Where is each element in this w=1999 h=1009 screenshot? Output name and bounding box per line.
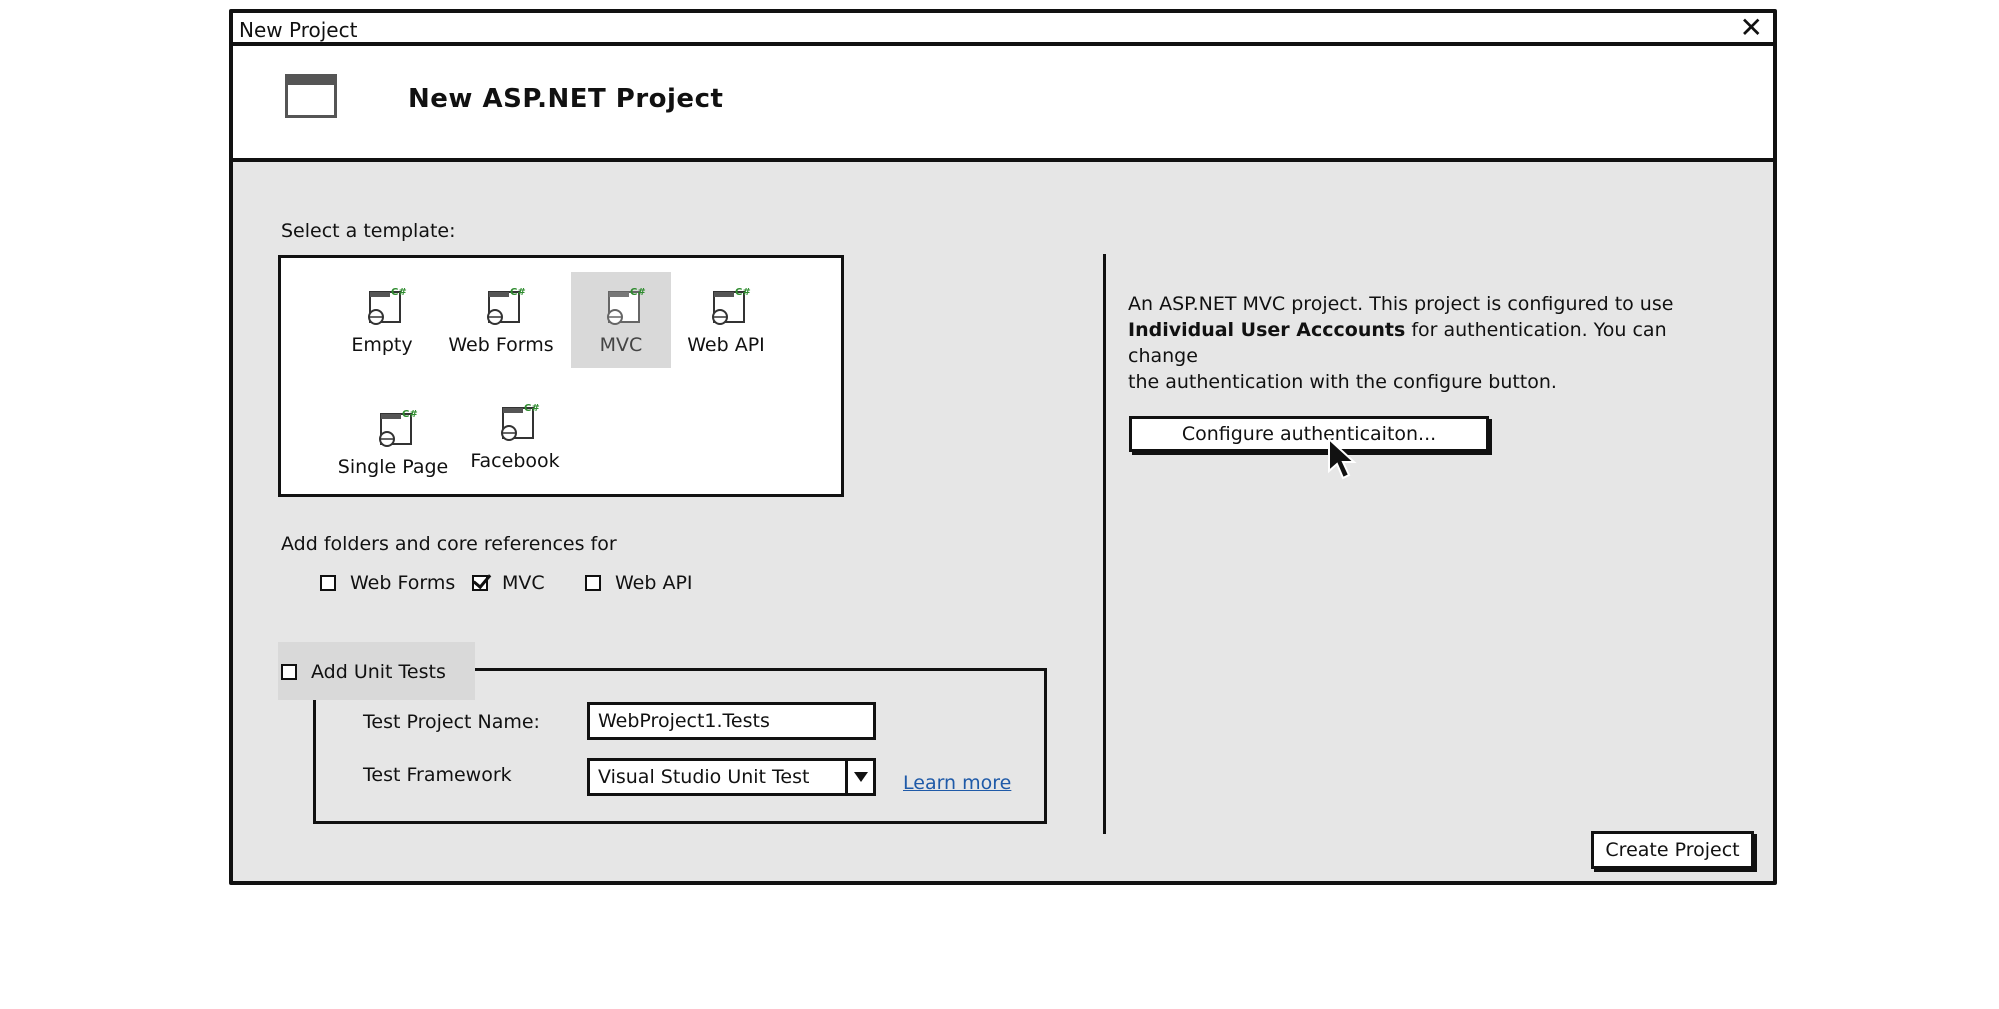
template-label: Facebook: [470, 450, 560, 472]
template-single-page[interactable]: C# Single Page: [338, 394, 448, 490]
dialog-header: New ASP.NET Project: [233, 46, 1773, 162]
dialog-body: Select a template: C# Empty C# Web Forms…: [233, 162, 1773, 881]
select-template-label: Select a template:: [281, 220, 456, 242]
mouse-cursor-icon: [1328, 437, 1357, 480]
svg-text:C#: C#: [391, 287, 407, 298]
description-bold: Individual User Acccounts: [1128, 319, 1406, 341]
folder-option-mvc[interactable]: MVC: [472, 572, 545, 594]
template-web-api[interactable]: C# Web API: [676, 272, 776, 368]
project-icon: C#: [501, 403, 540, 441]
window-title: New Project: [239, 18, 358, 42]
folders-label: Add folders and core references for: [281, 533, 617, 555]
project-icon: C#: [368, 287, 407, 325]
template-facebook[interactable]: C# Facebook: [465, 388, 565, 484]
svg-text:C#: C#: [510, 287, 526, 298]
window-icon: [285, 74, 337, 118]
template-web-forms[interactable]: C# Web Forms: [448, 272, 553, 368]
test-framework-select[interactable]: Visual Studio Unit Test: [587, 758, 876, 796]
template-label: Web Forms: [448, 334, 554, 356]
template-label: Web API: [687, 334, 765, 356]
new-project-dialog: New Project ✕ New ASP.NET Project Select…: [229, 9, 1777, 885]
description-line: An ASP.NET MVC project. This project is …: [1128, 293, 1674, 315]
folder-option-web-api[interactable]: Web API: [585, 572, 693, 594]
template-empty[interactable]: C# Empty: [332, 272, 432, 368]
checkbox[interactable]: [281, 664, 297, 680]
test-project-name-input[interactable]: WebProject1.Tests: [587, 702, 876, 740]
learn-more-link[interactable]: Learn more: [903, 772, 1011, 794]
project-icon: C#: [487, 287, 526, 325]
svg-text:C#: C#: [524, 403, 540, 414]
page-title: New ASP.NET Project: [408, 84, 724, 114]
checkbox-label: Add Unit Tests: [311, 661, 446, 683]
svg-text:C#: C#: [402, 409, 418, 420]
checkbox[interactable]: [472, 575, 488, 591]
checkbox-label: MVC: [502, 572, 545, 594]
template-description: An ASP.NET MVC project. This project is …: [1128, 291, 1718, 395]
chevron-down-icon[interactable]: [845, 761, 873, 793]
title-bar: New Project ✕: [233, 13, 1773, 46]
configure-authentication-button[interactable]: Configure authenticaiton...: [1129, 416, 1489, 452]
description-line: the authentication with the configure bu…: [1128, 371, 1557, 393]
project-icon: C#: [607, 287, 646, 325]
svg-text:C#: C#: [735, 287, 751, 298]
add-unit-tests-checkbox[interactable]: Add Unit Tests: [281, 661, 446, 683]
svg-text:C#: C#: [630, 287, 646, 298]
checkbox[interactable]: [585, 575, 601, 591]
create-project-button[interactable]: Create Project: [1591, 831, 1754, 869]
close-icon[interactable]: ✕: [1740, 14, 1763, 42]
folder-option-web-forms[interactable]: Web Forms: [320, 572, 455, 594]
template-label: Single Page: [337, 456, 449, 478]
checkbox-label: Web Forms: [350, 572, 456, 594]
test-framework-label: Test Framework: [363, 764, 512, 786]
test-project-name-label: Test Project Name:: [363, 711, 540, 733]
checkbox-label: Web API: [615, 572, 693, 594]
checkbox[interactable]: [320, 575, 336, 591]
panel-divider: [1103, 254, 1106, 834]
template-list: C# Empty C# Web Forms C# MVC C# Web API …: [278, 255, 844, 497]
project-icon: C#: [379, 409, 418, 447]
select-value: Visual Studio Unit Test: [598, 766, 810, 788]
project-icon: C#: [712, 287, 751, 325]
